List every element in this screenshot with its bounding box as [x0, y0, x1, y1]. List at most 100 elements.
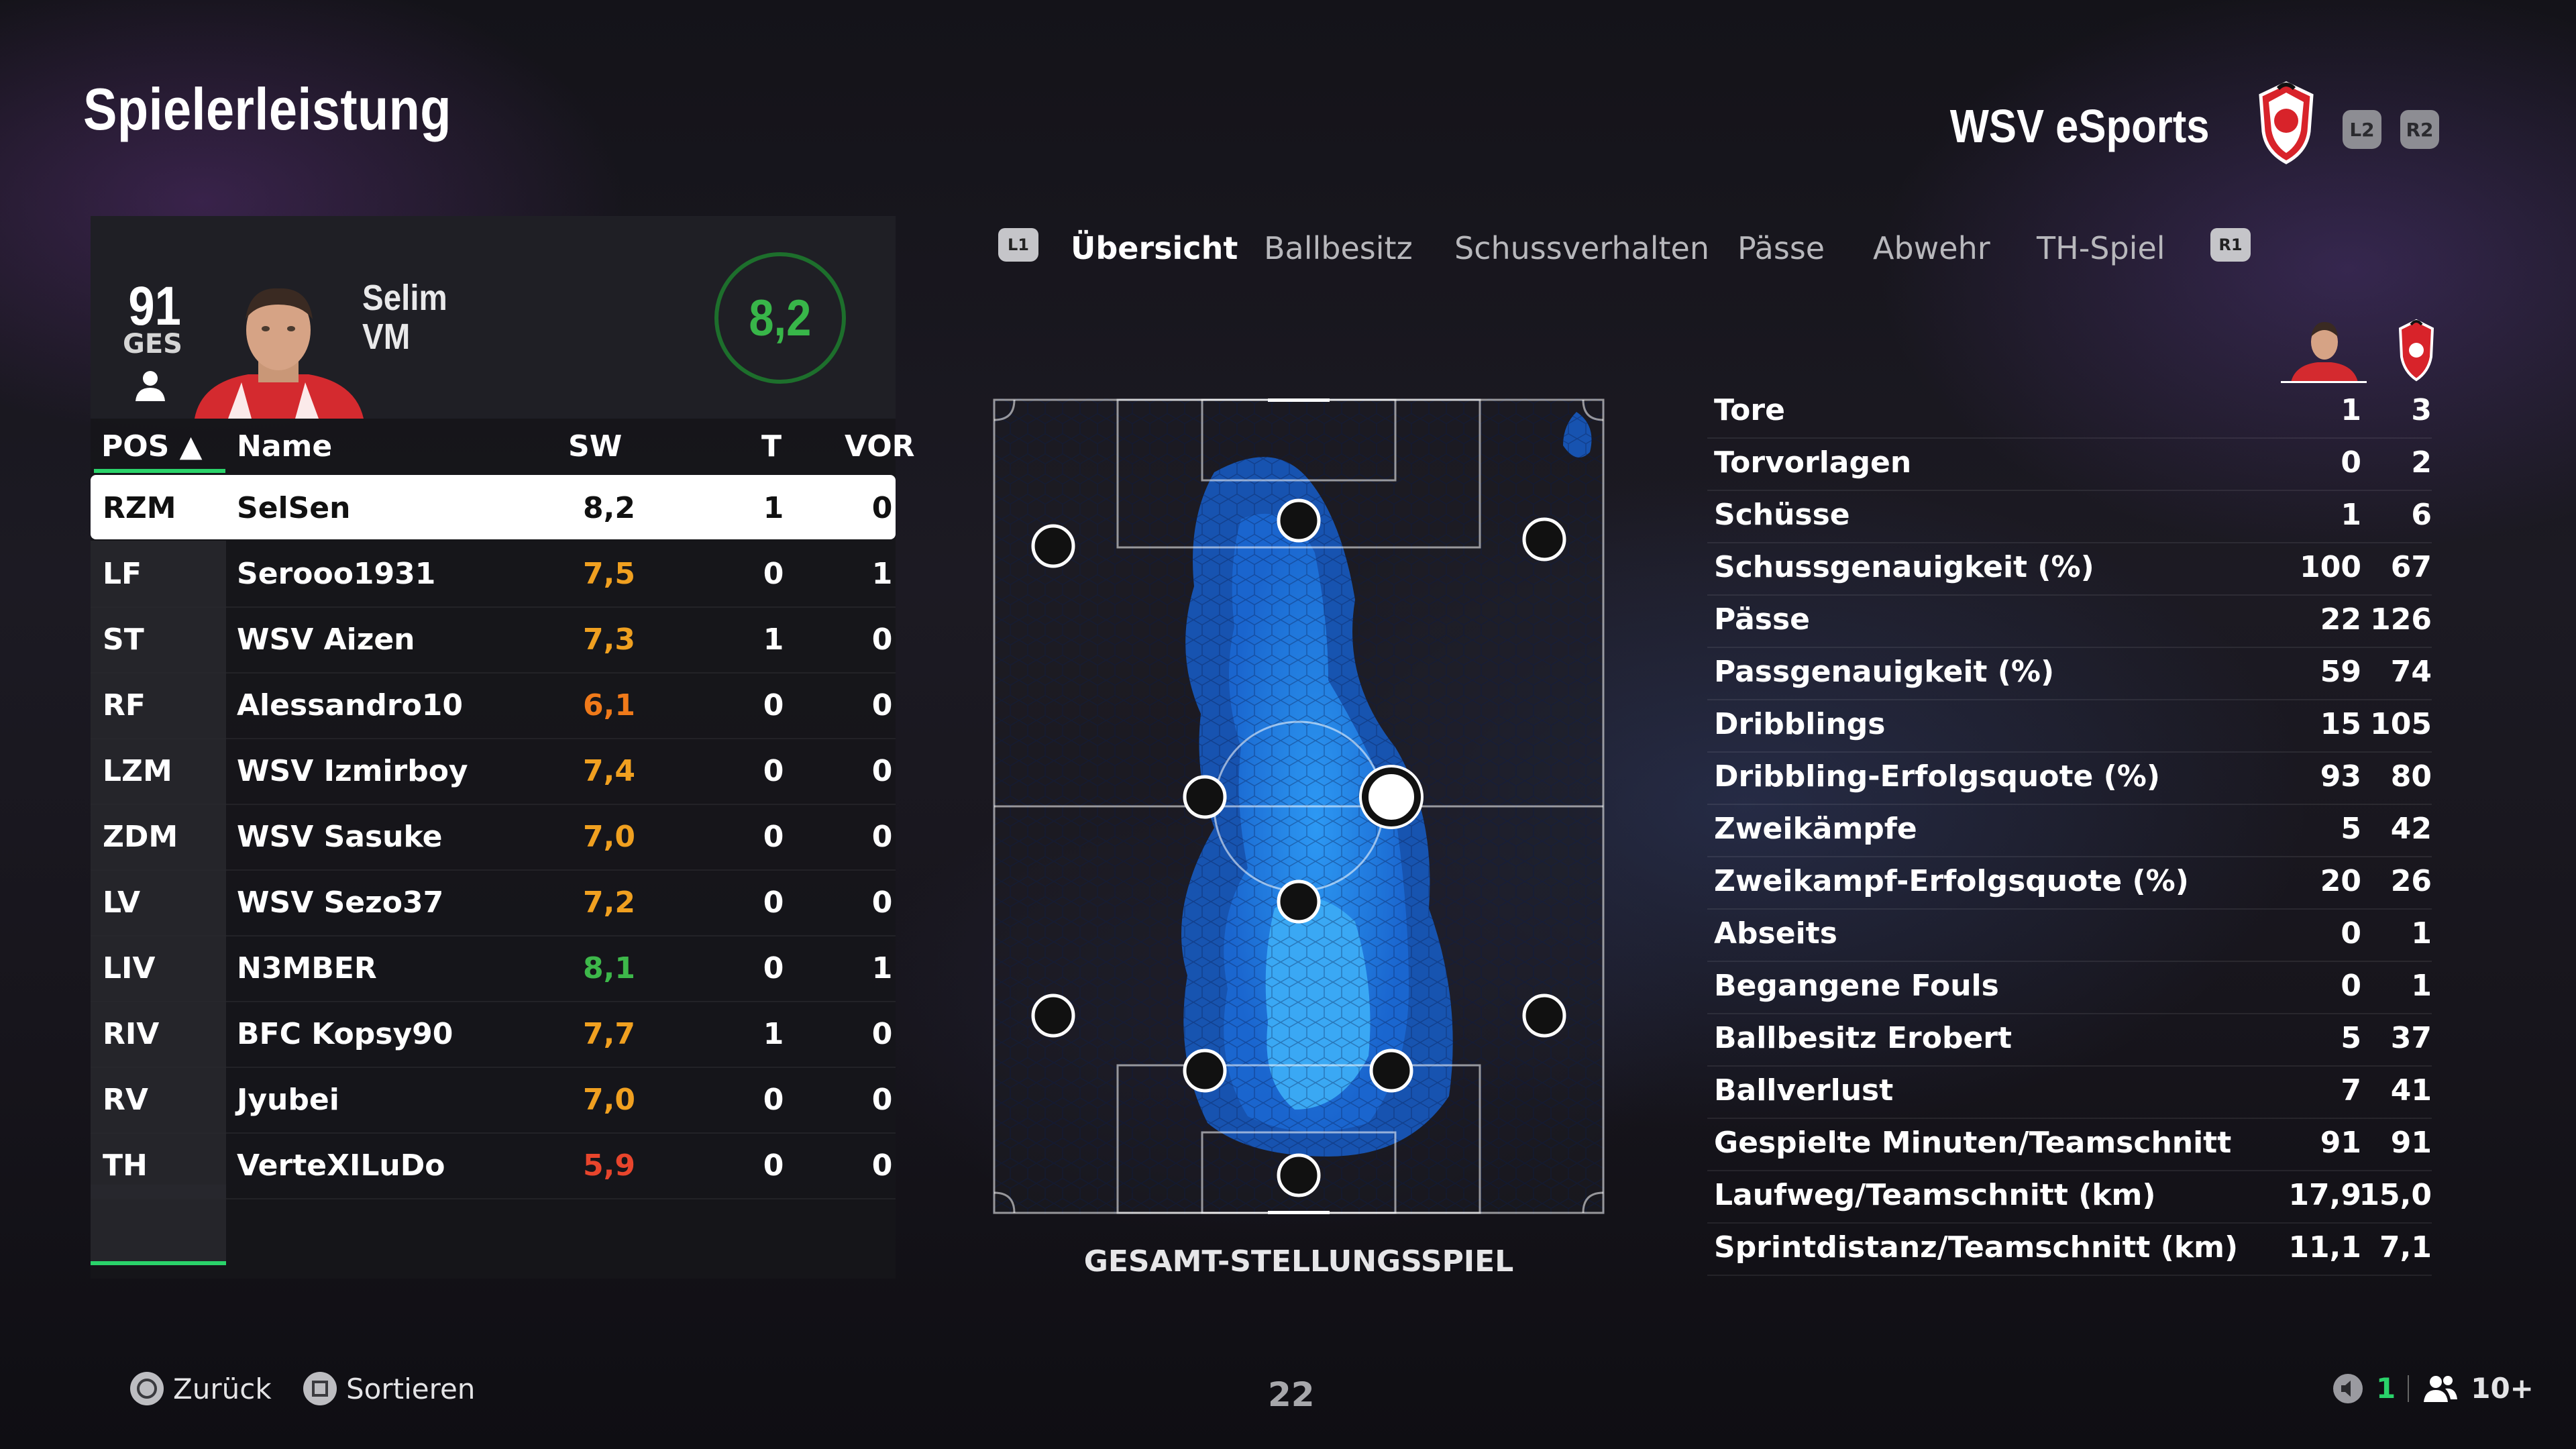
row-assists: 0	[871, 820, 893, 854]
table-row[interactable]: ZDM WSV Sasuke 7,0 0 0	[91, 804, 896, 871]
row-rating: 7,5	[583, 557, 635, 591]
stat-team-value: 105	[2370, 707, 2432, 741]
table-row[interactable]: ST WSV Aizen 7,3 1 0	[91, 606, 896, 674]
stat-row: Dribblings 15 105	[1707, 699, 2432, 753]
stat-row: Pässe 22 126	[1707, 594, 2432, 648]
row-goals: 0	[763, 1083, 784, 1117]
stat-team-value: 1	[2411, 969, 2432, 1003]
stat-player-value: 0	[2341, 445, 2361, 480]
stat-player-value: 17,9	[2288, 1178, 2361, 1212]
tab-passing[interactable]: Pässe	[1737, 230, 1825, 266]
stat-label: Passgenauigkeit (%)	[1714, 655, 2055, 689]
stat-label: Tore	[1714, 393, 1785, 427]
col-vor[interactable]: VOR	[845, 429, 915, 464]
l2-button[interactable]: L2	[2343, 110, 2381, 149]
table-row[interactable]: RF Alessandro10 6,1 0 0	[91, 672, 896, 739]
tab-defense[interactable]: Abwehr	[1873, 230, 1990, 266]
sort-action[interactable]: Sortieren	[303, 1372, 475, 1405]
row-goals: 0	[763, 557, 784, 591]
table-row[interactable]: LF Serooo1931 7,5 0 1	[91, 541, 896, 608]
stat-row: Passgenauigkeit (%) 59 74	[1707, 647, 2432, 700]
row-pos: RZM	[103, 491, 176, 525]
player-marker	[1031, 994, 1075, 1038]
player-marker	[1522, 994, 1566, 1038]
tab-shooting[interactable]: Schussverhalten	[1454, 230, 1709, 266]
col-name[interactable]: Name	[237, 429, 332, 464]
row-rating: 7,2	[583, 885, 635, 920]
stat-player-value: 15	[2320, 707, 2361, 741]
row-assists: 0	[871, 1017, 893, 1051]
table-row[interactable]: RIV BFC Kopsy90 7,7 1 0	[91, 1001, 896, 1068]
row-pos: LZM	[103, 754, 172, 788]
stat-team-value: 7,1	[2379, 1230, 2432, 1265]
player-first-name: Selim	[362, 278, 447, 318]
stat-team-value: 37	[2390, 1021, 2432, 1055]
row-goals: 0	[763, 951, 784, 985]
stat-row: Dribbling-Erfolgsquote (%) 93 80	[1707, 751, 2432, 805]
table-row[interactable]: LZM WSV Izmirboy 7,4 0 0	[91, 738, 896, 805]
player-marker	[1369, 1049, 1413, 1093]
row-rating: 7,0	[583, 820, 635, 854]
stat-team-value: 126	[2370, 602, 2432, 637]
row-name: N3MBER	[237, 951, 377, 985]
player-marker	[1277, 498, 1321, 543]
row-goals: 0	[763, 754, 784, 788]
l1-button[interactable]: L1	[998, 228, 1038, 262]
stat-row: Sprintdistanz/Teamschnitt (km) 11,1 7,1	[1707, 1222, 2432, 1276]
stat-row: Abseits 0 1	[1707, 908, 2432, 962]
page-title: Spielerleistung	[83, 76, 451, 142]
tab-overview[interactable]: Übersicht	[1071, 230, 1238, 266]
stat-player-value: 93	[2320, 759, 2361, 794]
stat-player-value: 1	[2341, 498, 2361, 532]
row-name: WSV Sezo37	[237, 885, 444, 920]
row-goals: 1	[763, 1017, 784, 1051]
online-count: 1	[2376, 1372, 2396, 1405]
table-row[interactable]: RZM SelSen 8,2 1 0	[91, 475, 896, 539]
pos-column-fill	[91, 1185, 226, 1261]
square-button-icon	[303, 1372, 337, 1405]
col-pos[interactable]: POS ▲	[101, 429, 203, 464]
row-goals: 1	[763, 623, 784, 657]
stat-player-value: 22	[2320, 602, 2361, 637]
stat-player-value: 20	[2320, 864, 2361, 898]
stat-player-value: 1	[2341, 393, 2361, 427]
row-pos: RV	[103, 1083, 148, 1117]
stat-team-value: 67	[2390, 550, 2432, 584]
stat-team-value: 6	[2411, 498, 2432, 532]
row-rating: 7,3	[583, 623, 635, 657]
stat-label: Gespielte Minuten/Teamschnitt	[1714, 1126, 2232, 1160]
stat-player-value: 91	[2320, 1126, 2361, 1160]
stat-player-value: 7	[2341, 1073, 2361, 1108]
player-marker	[1183, 775, 1227, 819]
table-row[interactable]: RV Jyubei 7,0 0 0	[91, 1067, 896, 1134]
stat-label: Ballverlust	[1714, 1073, 1894, 1108]
r2-button[interactable]: R2	[2400, 110, 2439, 149]
stat-label: Schussgenauigkeit (%)	[1714, 550, 2094, 584]
col-sw[interactable]: SW	[568, 429, 622, 464]
stat-label: Ballbesitz Erobert	[1714, 1021, 2012, 1055]
row-assists: 0	[871, 491, 893, 525]
row-goals: 0	[763, 1148, 784, 1183]
stat-row: Torvorlagen 0 2	[1707, 437, 2432, 491]
heatmap-label: GESAMT-STELLUNGSSPIEL	[1083, 1244, 1514, 1279]
row-pos: LF	[103, 557, 142, 591]
stat-team-value: 80	[2390, 759, 2432, 794]
stat-team-value: 42	[2390, 812, 2432, 846]
table-row[interactable]: LIV N3MBER 8,1 0 1	[91, 935, 896, 1002]
tab-goalkeeping[interactable]: TH-Spiel	[2037, 230, 2165, 266]
row-pos: LV	[103, 885, 141, 920]
stat-player-value: 5	[2341, 812, 2361, 846]
match-rating-ring: 8,2	[714, 252, 846, 384]
stat-team-value: 91	[2390, 1126, 2432, 1160]
back-action[interactable]: Zurück	[130, 1372, 272, 1405]
col-t[interactable]: T	[761, 429, 782, 464]
overall-label: GES	[123, 329, 182, 360]
row-assists: 0	[871, 1148, 893, 1183]
player-position: VM	[362, 317, 411, 357]
stat-team-value: 2	[2411, 445, 2432, 480]
r1-button[interactable]: R1	[2210, 228, 2251, 262]
stat-label: Torvorlagen	[1714, 445, 1912, 480]
table-row[interactable]: LV WSV Sezo37 7,2 0 0	[91, 869, 896, 936]
stat-label: Laufweg/Teamschnitt (km)	[1714, 1178, 2156, 1212]
tab-possession[interactable]: Ballbesitz	[1264, 230, 1413, 266]
